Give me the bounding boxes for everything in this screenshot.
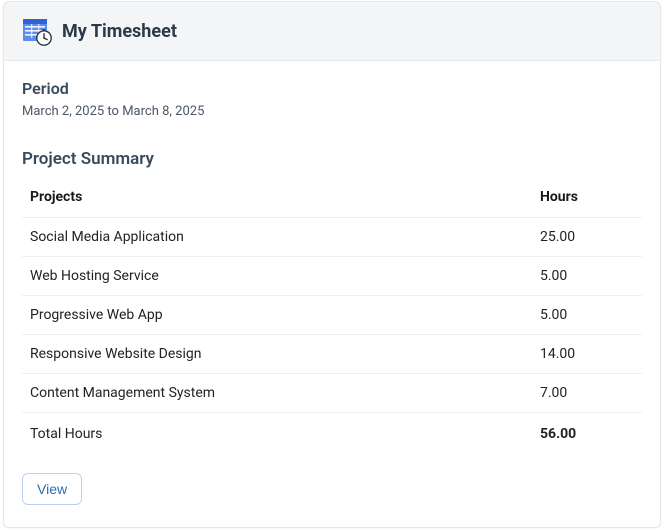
cell-hours: 5.00 (532, 257, 642, 296)
table-row: Content Management System 7.00 (22, 374, 642, 413)
col-projects: Projects (22, 179, 532, 218)
project-summary-table: Projects Hours Social Media Application … (22, 179, 642, 455)
cell-hours: 14.00 (532, 335, 642, 374)
table-row: Responsive Website Design 14.00 (22, 335, 642, 374)
cell-project: Content Management System (22, 374, 532, 413)
view-button[interactable]: View (22, 473, 82, 505)
period-value: March 2, 2025 to March 8, 2025 (22, 104, 642, 119)
project-summary-heading: Project Summary (22, 149, 642, 169)
table-row: Progressive Web App 5.00 (22, 296, 642, 335)
card-header: My Timesheet (4, 2, 660, 61)
total-hours: 56.00 (532, 413, 642, 456)
timesheet-card: My Timesheet Period March 2, 2025 to Mar… (3, 1, 661, 528)
card-title: My Timesheet (62, 21, 177, 42)
cell-project: Web Hosting Service (22, 257, 532, 296)
cell-project: Social Media Application (22, 218, 532, 257)
cell-hours: 5.00 (532, 296, 642, 335)
total-label: Total Hours (22, 413, 532, 456)
table-row: Social Media Application 25.00 (22, 218, 642, 257)
table-row: Web Hosting Service 5.00 (22, 257, 642, 296)
timesheet-icon (22, 16, 52, 46)
total-row: Total Hours 56.00 (22, 413, 642, 456)
cell-hours: 7.00 (532, 374, 642, 413)
cell-project: Progressive Web App (22, 296, 532, 335)
period-label: Period (22, 79, 642, 98)
card-body: Period March 2, 2025 to March 8, 2025 Pr… (4, 61, 660, 527)
table-header-row: Projects Hours (22, 179, 642, 218)
cell-hours: 25.00 (532, 218, 642, 257)
col-hours: Hours (532, 179, 642, 218)
cell-project: Responsive Website Design (22, 335, 532, 374)
